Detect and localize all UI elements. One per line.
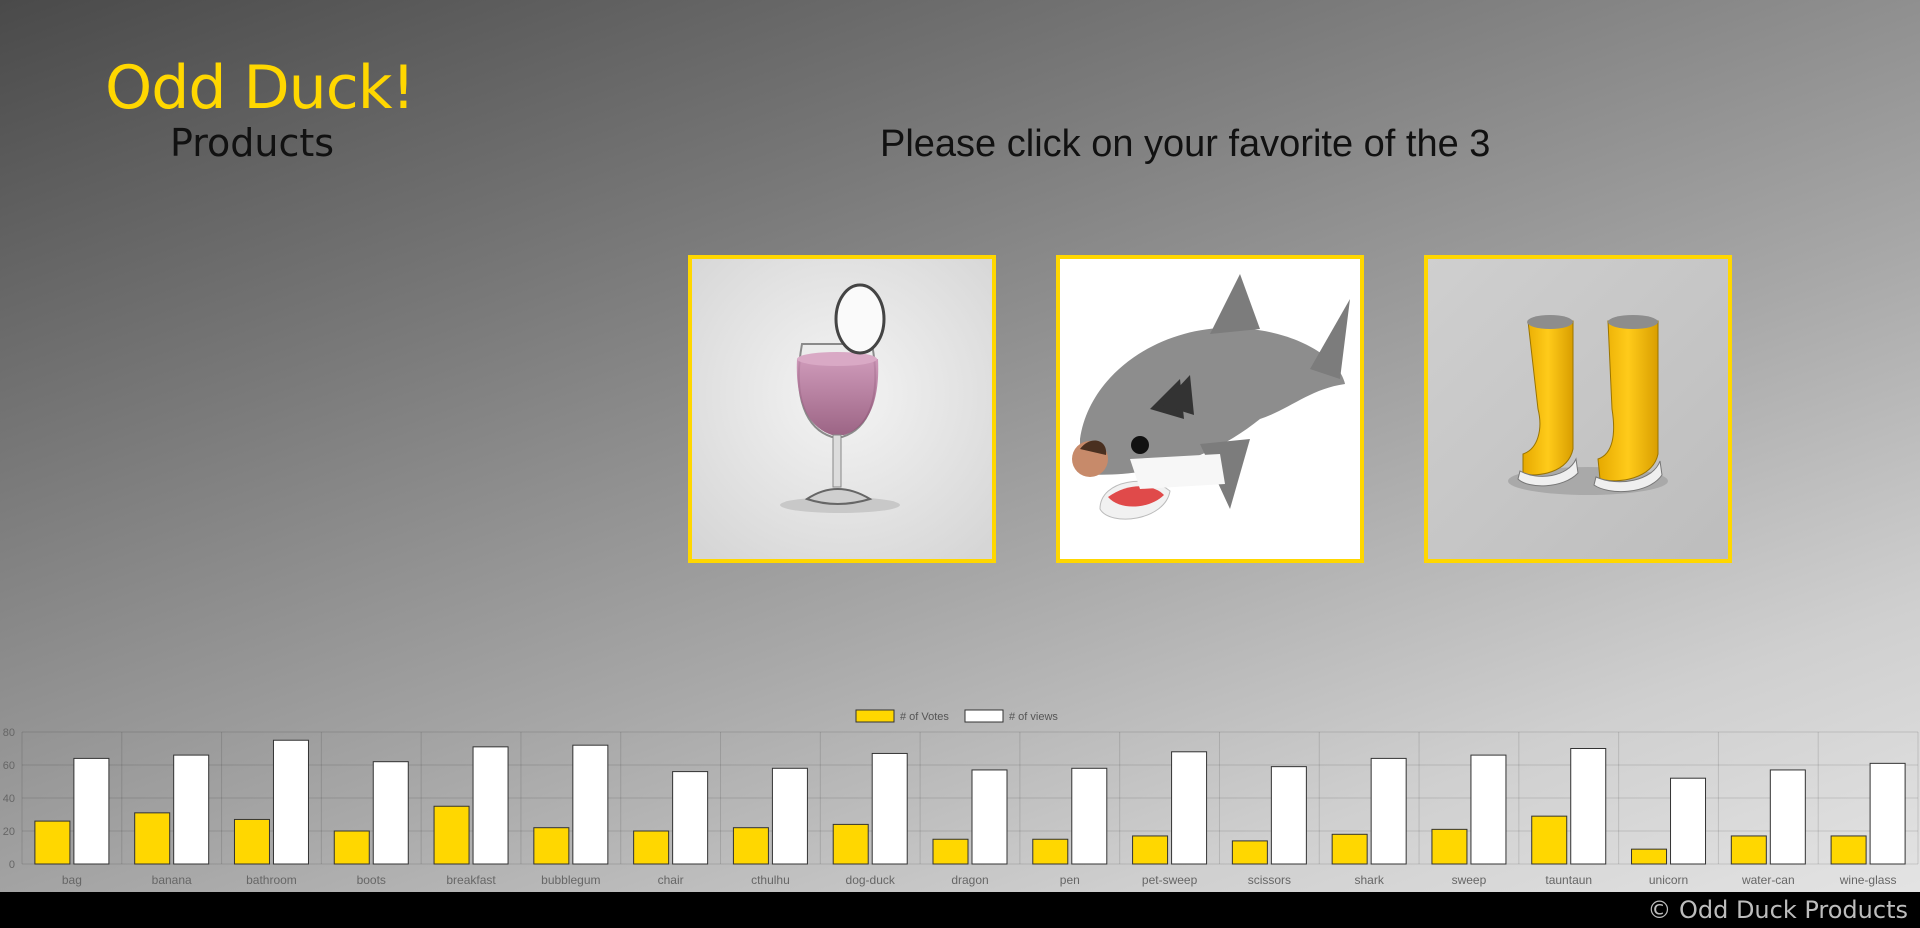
- x-tick-label: pet-sweep: [1142, 873, 1198, 887]
- bar: [272, 739, 309, 865]
- legend-label: # of views: [1009, 711, 1058, 723]
- bar: [1769, 769, 1806, 865]
- x-tick-label: banana: [152, 873, 192, 887]
- wine-glass-icon: [692, 259, 992, 559]
- x-tick-label: dragon: [951, 873, 988, 887]
- x-tick-label: chair: [658, 873, 684, 887]
- bar: [1032, 838, 1069, 865]
- bar: [372, 761, 409, 865]
- product-image-shark[interactable]: [1056, 255, 1364, 563]
- bar: [533, 827, 570, 865]
- product-image-boots[interactable]: [1424, 255, 1732, 563]
- y-tick-label: 80: [3, 727, 15, 739]
- x-tick-label: scissors: [1248, 873, 1291, 887]
- product-image-wine-glass[interactable]: [688, 255, 996, 563]
- bar: [932, 838, 969, 865]
- x-tick-label: cthulhu: [751, 873, 790, 887]
- bar: [1132, 835, 1169, 865]
- bar: [73, 757, 110, 865]
- x-tick-label: tauntaun: [1545, 873, 1592, 887]
- bar: [572, 744, 609, 865]
- bar: [1431, 828, 1468, 865]
- bar: [871, 752, 908, 865]
- bar-chart: # of Votes # of views 0 20 40 60 80 bag banana ba…: [3, 709, 1919, 887]
- legend-label: # of Votes: [900, 711, 949, 723]
- bar: [1370, 757, 1407, 865]
- bar: [1830, 835, 1867, 865]
- bar: [472, 746, 509, 865]
- bar: [732, 827, 769, 865]
- bar: [672, 771, 709, 865]
- copyright-text: © Odd Duck Products: [1647, 896, 1908, 924]
- x-tick-label: bathroom: [246, 873, 297, 887]
- bar: [173, 754, 210, 865]
- results-chart: # of Votes # of views 0 20 40 60 80 bag banana ba…: [0, 700, 1920, 892]
- shark-sleeping-bag-icon: [1060, 259, 1360, 559]
- x-tick-label: unicorn: [1649, 873, 1688, 887]
- bar: [1531, 815, 1568, 865]
- bar: [1071, 767, 1108, 865]
- bar: [1670, 777, 1707, 865]
- page-subtitle: Products: [170, 121, 335, 165]
- x-tick-label: water-can: [1741, 873, 1795, 887]
- bar: [233, 818, 270, 865]
- legend-swatch: [964, 709, 1004, 723]
- x-tick-label: shark: [1354, 873, 1384, 887]
- y-tick-label: 0: [9, 859, 15, 871]
- bar: [971, 769, 1008, 865]
- logo: Odd Duck!: [105, 53, 415, 123]
- bar: [633, 830, 670, 865]
- x-tick-label: boots: [357, 873, 386, 887]
- bar: [1171, 751, 1208, 865]
- x-tick-label: sweep: [1452, 873, 1487, 887]
- bar: [1631, 848, 1668, 865]
- bar: [1470, 754, 1507, 865]
- bar: [1869, 762, 1906, 865]
- vote-prompt: Please click on your favorite of the 3: [880, 123, 1491, 165]
- bar: [1730, 835, 1767, 865]
- bar: [1231, 840, 1268, 865]
- x-tick-label: bubblegum: [541, 873, 600, 887]
- bar: [832, 823, 869, 865]
- x-tick-label: wine-glass: [1839, 873, 1897, 887]
- x-tick-label: bag: [62, 873, 82, 887]
- bar: [771, 767, 808, 865]
- bar: [1331, 833, 1368, 865]
- x-tick-label: breakfast: [446, 873, 496, 887]
- rain-boots-icon: [1428, 259, 1728, 559]
- bar: [333, 830, 370, 865]
- y-tick-label: 60: [3, 760, 15, 772]
- bar: [34, 820, 71, 865]
- x-tick-label: pen: [1060, 873, 1080, 887]
- bar: [433, 805, 470, 865]
- bar: [134, 812, 171, 865]
- bar: [1270, 766, 1307, 865]
- y-tick-label: 40: [3, 793, 15, 805]
- y-tick-label: 20: [3, 826, 15, 838]
- bar: [1570, 748, 1607, 865]
- legend-swatch: [855, 709, 895, 723]
- footer: © Odd Duck Products: [0, 892, 1920, 928]
- x-tick-label: dog-duck: [846, 873, 896, 887]
